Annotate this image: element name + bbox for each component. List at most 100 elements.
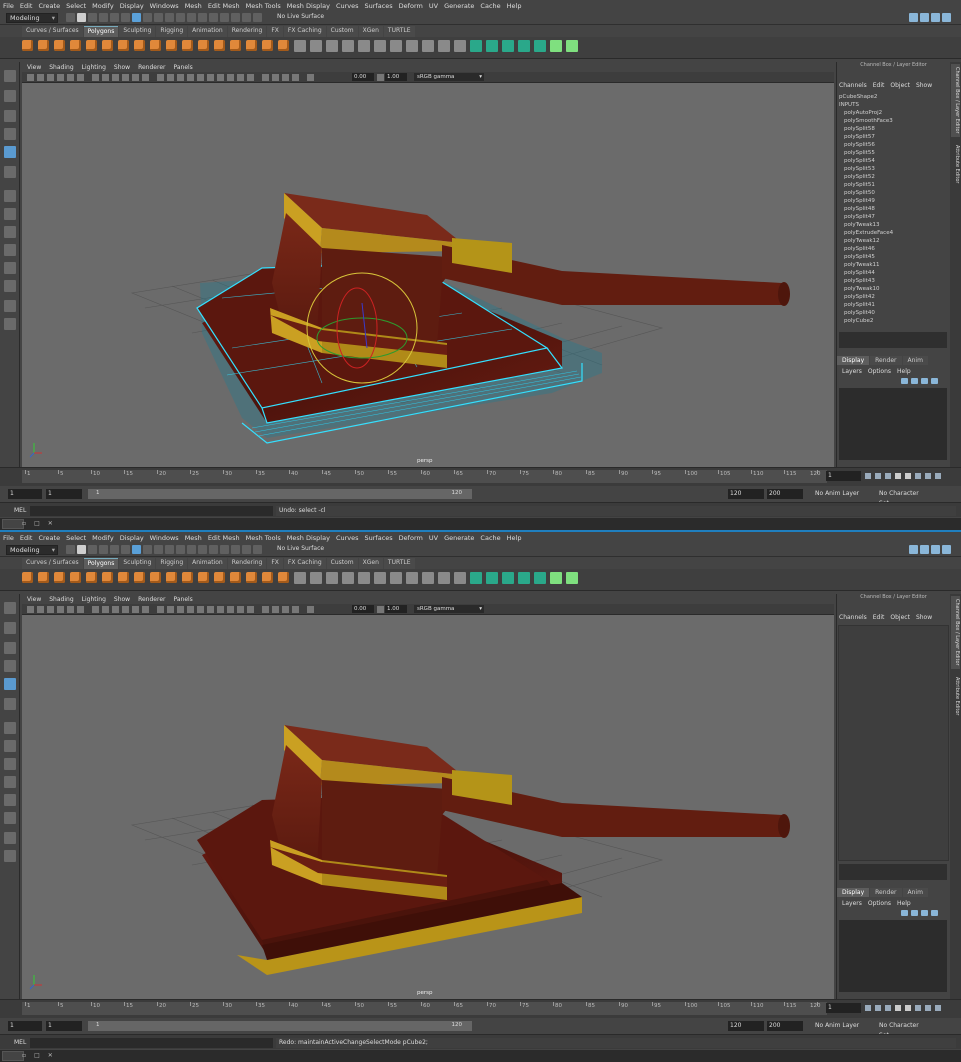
extrude-icon[interactable]: [390, 40, 402, 52]
bridge-icon[interactable]: [374, 40, 386, 52]
menu-mesh-display[interactable]: Mesh Display: [287, 2, 330, 10]
gate-mask-icon[interactable]: [122, 606, 129, 613]
menu-modify[interactable]: Modify: [92, 2, 114, 10]
grease-pencil-icon[interactable]: [77, 74, 84, 81]
toggle-panel-icon[interactable]: [920, 13, 929, 22]
layer-tab-render[interactable]: Render: [870, 356, 902, 365]
go-to-start-icon[interactable]: [865, 473, 871, 479]
menu-edit[interactable]: Edit: [20, 2, 33, 10]
restore-icon[interactable]: ▫: [22, 1051, 26, 1060]
ipr-icon[interactable]: [231, 13, 240, 22]
uv-auto-icon[interactable]: [486, 572, 498, 584]
render-icon[interactable]: [220, 13, 229, 22]
film-gate-icon[interactable]: [102, 606, 109, 613]
menu-curves[interactable]: Curves: [336, 2, 359, 10]
boolean-icon[interactable]: [342, 40, 354, 52]
go-to-start-icon[interactable]: [865, 1005, 871, 1011]
layout-graph-icon[interactable]: [4, 262, 16, 274]
image-plane-icon[interactable]: [57, 74, 64, 81]
step-forward-key-icon[interactable]: [925, 1005, 931, 1011]
separate-icon[interactable]: [310, 572, 322, 584]
history-node[interactable]: polySplit40: [839, 309, 893, 317]
time-slider[interactable]: 1 5 10 15 20 25 30 35 40 45 50 55 60 65 …: [0, 999, 961, 1018]
shelf-tab-fx[interactable]: FX: [267, 558, 283, 569]
menu-mesh[interactable]: Mesh: [185, 534, 202, 542]
open-scene-icon[interactable]: [77, 545, 86, 554]
mirror-icon[interactable]: [358, 40, 370, 52]
shelf-tab-animation[interactable]: Animation: [188, 558, 227, 569]
poly-pipe-icon[interactable]: [182, 572, 193, 583]
lasso-tool-icon[interactable]: [4, 90, 16, 102]
layer-tab-display[interactable]: Display: [837, 888, 870, 897]
menu-generate[interactable]: Generate: [444, 2, 474, 10]
cb-menu-channels[interactable]: Channels: [839, 82, 867, 89]
layer-list[interactable]: [839, 388, 947, 460]
menu-mesh-display[interactable]: Mesh Display: [287, 534, 330, 542]
move-tool-icon[interactable]: [4, 660, 16, 672]
bevel-icon[interactable]: [406, 40, 418, 52]
select-object-icon[interactable]: [132, 545, 141, 554]
quad-draw-icon[interactable]: [566, 40, 578, 52]
snap-grid-icon[interactable]: [154, 545, 163, 554]
attribute-editor-icon[interactable]: [931, 13, 940, 22]
menu-edit[interactable]: Edit: [20, 534, 33, 542]
range-bar[interactable]: 1 120: [88, 1021, 472, 1031]
select-hierarchy-icon[interactable]: [121, 13, 130, 22]
xray-icon[interactable]: [272, 606, 279, 613]
anim-layer-dropdown[interactable]: No Anim Layer: [812, 1021, 868, 1031]
redo-icon[interactable]: [110, 13, 119, 22]
shelf-tab-rigging[interactable]: Rigging: [156, 558, 188, 569]
menu-edit-mesh[interactable]: Edit Mesh: [208, 534, 240, 542]
poly-helix-icon[interactable]: [198, 572, 209, 583]
wireframe-icon[interactable]: [157, 74, 164, 81]
menu-create[interactable]: Create: [38, 2, 60, 10]
mel-label[interactable]: MEL: [14, 1039, 26, 1046]
smooth-icon[interactable]: [326, 40, 338, 52]
menu-uv[interactable]: UV: [429, 534, 438, 542]
menu-cache[interactable]: Cache: [480, 534, 500, 542]
step-forward-frame-icon[interactable]: [915, 1005, 921, 1011]
history-node[interactable]: polyAutoProj2: [839, 109, 893, 117]
textured-icon[interactable]: [197, 606, 204, 613]
xray-joints-icon[interactable]: [282, 74, 289, 81]
menu-surfaces[interactable]: Surfaces: [365, 534, 393, 542]
select-tool-icon[interactable]: [4, 70, 16, 82]
menu-uv[interactable]: UV: [429, 2, 438, 10]
poly-prism-icon[interactable]: [166, 572, 177, 583]
poly-torus-icon[interactable]: [86, 572, 97, 583]
live-surface-label[interactable]: No Live Surface: [277, 545, 324, 552]
perspective-viewport[interactable]: View Shading Lighting Show Renderer Pane…: [22, 62, 834, 467]
scene-view[interactable]: [22, 83, 834, 467]
close-icon[interactable]: ✕: [48, 519, 53, 528]
history-node[interactable]: polyTweak13: [839, 221, 893, 229]
side-tab-channel-box[interactable]: Channel Box / Layer Editor: [951, 64, 960, 137]
layer-menu-layers[interactable]: Layers: [842, 368, 862, 375]
exposure-icon[interactable]: [307, 606, 314, 613]
poly-platonic-icon[interactable]: [134, 40, 145, 51]
layout-side-icon[interactable]: [4, 226, 16, 238]
select-object-icon[interactable]: [132, 13, 141, 22]
layout-single-icon[interactable]: [4, 190, 16, 202]
channel-box-icon[interactable]: [942, 545, 951, 554]
history-icon[interactable]: [209, 13, 218, 22]
playback-end-field[interactable]: 120: [728, 1021, 764, 1031]
layer-menu-help[interactable]: Help: [897, 900, 911, 907]
menu-help[interactable]: Help: [507, 2, 522, 10]
lasso-tool-icon[interactable]: [4, 622, 16, 634]
play-forward-icon[interactable]: [905, 473, 911, 479]
poly-ultra-shape-icon[interactable]: [278, 572, 289, 583]
shelf-tab-turtle[interactable]: TURTLE: [383, 26, 415, 37]
menu-modify[interactable]: Modify: [92, 534, 114, 542]
film-gate-icon[interactable]: [102, 74, 109, 81]
panel-menu-panels[interactable]: Panels: [173, 596, 192, 603]
poly-cylinder-icon[interactable]: [54, 572, 65, 583]
layout-outliner-icon[interactable]: [4, 776, 16, 788]
snap-grid-icon[interactable]: [154, 13, 163, 22]
poly-superellipse-icon[interactable]: [246, 572, 257, 583]
cb-menu-show[interactable]: Show: [916, 614, 932, 621]
layout-four-icon[interactable]: [4, 740, 16, 752]
layer-menu-options[interactable]: Options: [868, 900, 891, 907]
history-node[interactable]: polySplit44: [839, 269, 893, 277]
uv-spherical-icon[interactable]: [518, 572, 530, 584]
menu-curves[interactable]: Curves: [336, 534, 359, 542]
